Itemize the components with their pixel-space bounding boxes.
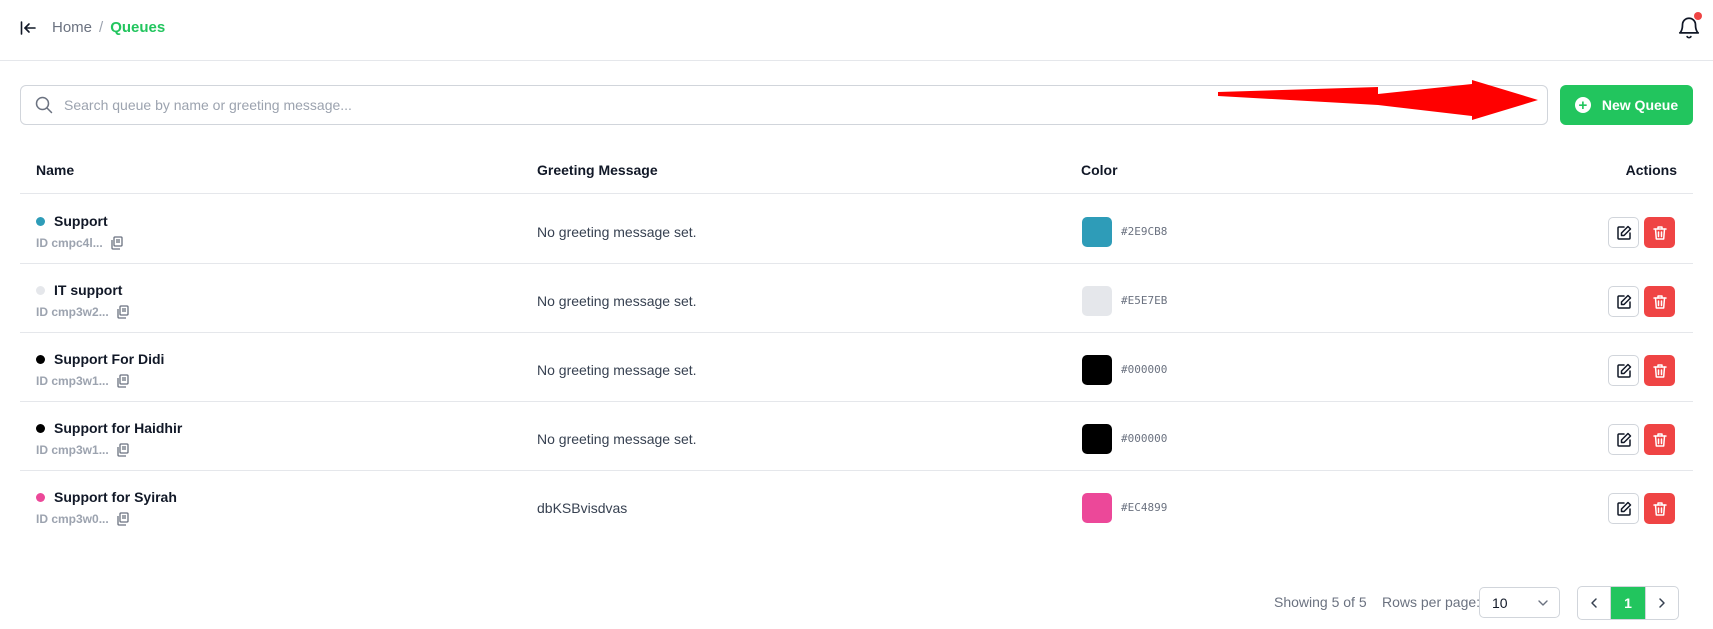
top-bar: Home / Queues bbox=[0, 0, 1713, 61]
edit-icon bbox=[1616, 225, 1631, 240]
queue-color-dot bbox=[36, 217, 45, 226]
new-queue-button[interactable]: + New Queue bbox=[1560, 85, 1693, 125]
queue-id: ID cmp3w0... bbox=[36, 512, 130, 526]
trash-icon bbox=[1652, 294, 1667, 309]
edit-queue-button[interactable] bbox=[1608, 286, 1639, 317]
color-swatch bbox=[1082, 493, 1112, 523]
annotation-arrow bbox=[1218, 80, 1538, 120]
copy-icon[interactable] bbox=[116, 443, 130, 457]
delete-queue-button[interactable] bbox=[1644, 355, 1675, 386]
rows-per-page-select[interactable]: 10 bbox=[1479, 587, 1560, 618]
queue-name: IT support bbox=[54, 282, 123, 298]
table-row: IT support ID cmp3w2... No greeting messag… bbox=[20, 264, 1693, 333]
delete-queue-button[interactable] bbox=[1644, 424, 1675, 455]
queue-id-text: ID cmp3w1... bbox=[36, 443, 109, 457]
queue-id: ID cmpc4l... bbox=[36, 236, 124, 250]
breadcrumb: Home / Queues bbox=[52, 19, 165, 36]
trash-icon bbox=[1652, 363, 1667, 378]
edit-queue-button[interactable] bbox=[1608, 493, 1639, 524]
edit-icon bbox=[1616, 294, 1631, 309]
new-queue-button-label: New Queue bbox=[1601, 97, 1679, 113]
column-header-name: Name bbox=[36, 162, 75, 178]
edit-queue-button[interactable] bbox=[1608, 355, 1639, 386]
color-swatch bbox=[1082, 217, 1112, 247]
breadcrumb-home-link[interactable]: Home bbox=[52, 19, 92, 36]
queue-name: Support for Syirah bbox=[54, 489, 177, 505]
queue-name: Support bbox=[54, 213, 108, 229]
search-input[interactable] bbox=[64, 87, 1264, 123]
table-row: Support for Syirah ID cmp3w0... dbKSBvisdv… bbox=[20, 471, 1693, 540]
delete-queue-button[interactable] bbox=[1644, 286, 1675, 317]
edit-icon bbox=[1616, 363, 1631, 378]
queue-color-dot bbox=[36, 286, 45, 295]
queue-id: ID cmp3w1... bbox=[36, 374, 130, 388]
queue-id: ID cmp3w2... bbox=[36, 305, 130, 319]
queue-id-text: ID cmpc4l... bbox=[36, 236, 103, 250]
copy-icon[interactable] bbox=[110, 236, 124, 250]
greeting-message: No greeting message set. bbox=[537, 362, 697, 378]
queue-name: Support for Haidhir bbox=[54, 420, 183, 436]
delete-queue-button[interactable] bbox=[1644, 493, 1675, 524]
queue-color-dot bbox=[36, 493, 45, 502]
color-hex: #000000 bbox=[1121, 363, 1168, 376]
copy-icon[interactable] bbox=[116, 374, 130, 388]
collapse-sidebar-icon[interactable] bbox=[17, 17, 39, 39]
trash-icon bbox=[1652, 432, 1667, 447]
rows-per-page-value: 10 bbox=[1492, 594, 1508, 611]
color-hex: #2E9CB8 bbox=[1121, 225, 1168, 238]
color-hex: #EC4899 bbox=[1121, 501, 1168, 514]
queue-id-text: ID cmp3w2... bbox=[36, 305, 109, 319]
queue-color-dot bbox=[36, 355, 45, 364]
breadcrumb-current: Queues bbox=[110, 19, 166, 36]
breadcrumb-separator: / bbox=[99, 19, 104, 36]
previous-page-button[interactable] bbox=[1578, 587, 1611, 619]
greeting-message: No greeting message set. bbox=[537, 224, 697, 240]
pagination-summary: Showing 5 of 5 bbox=[1274, 594, 1367, 610]
edit-icon bbox=[1616, 432, 1631, 447]
color-swatch bbox=[1082, 286, 1112, 316]
column-header-actions: Actions bbox=[1625, 162, 1677, 178]
edit-queue-button[interactable] bbox=[1608, 424, 1639, 455]
next-page-button[interactable] bbox=[1645, 587, 1678, 619]
plus-circle-icon: + bbox=[1574, 97, 1591, 113]
trash-icon bbox=[1652, 501, 1667, 516]
search-icon bbox=[35, 96, 53, 114]
column-header-color: Color bbox=[1081, 162, 1118, 178]
table-row: Support For Didi ID cmp3w1... No greeting … bbox=[20, 333, 1693, 402]
chevron-left-icon bbox=[1591, 598, 1597, 608]
color-hex: #E5E7EB bbox=[1121, 294, 1168, 307]
queue-id-text: ID cmp3w0... bbox=[36, 512, 109, 526]
trash-icon bbox=[1652, 225, 1667, 240]
queue-name: Support For Didi bbox=[54, 351, 165, 367]
queue-color-dot bbox=[36, 424, 45, 433]
column-header-greeting: Greeting Message bbox=[537, 162, 658, 178]
table-row: Support ID cmpc4l... No greeting message s… bbox=[20, 195, 1693, 264]
rows-per-page-label: Rows per page: bbox=[1382, 594, 1481, 610]
edit-queue-button[interactable] bbox=[1608, 217, 1639, 248]
greeting-message: No greeting message set. bbox=[537, 293, 697, 309]
chevron-right-icon bbox=[1659, 598, 1665, 608]
delete-queue-button[interactable] bbox=[1644, 217, 1675, 248]
notification-badge bbox=[1694, 12, 1702, 20]
table-header: Name Greeting Message Color Actions bbox=[20, 151, 1693, 194]
queue-id: ID cmp3w1... bbox=[36, 443, 130, 457]
pagination: 1 bbox=[1577, 586, 1679, 620]
edit-icon bbox=[1616, 501, 1631, 516]
page-button-current[interactable]: 1 bbox=[1611, 587, 1645, 619]
color-swatch bbox=[1082, 424, 1112, 454]
greeting-message: dbKSBvisdvas bbox=[537, 500, 628, 516]
color-swatch bbox=[1082, 355, 1112, 385]
chevron-down-icon bbox=[1538, 600, 1548, 606]
color-hex: #000000 bbox=[1121, 432, 1168, 445]
greeting-message: No greeting message set. bbox=[537, 431, 697, 447]
table-row: Support for Haidhir ID cmp3w1... No greeti… bbox=[20, 402, 1693, 471]
copy-icon[interactable] bbox=[116, 305, 130, 319]
copy-icon[interactable] bbox=[116, 512, 130, 526]
queue-id-text: ID cmp3w1... bbox=[36, 374, 109, 388]
